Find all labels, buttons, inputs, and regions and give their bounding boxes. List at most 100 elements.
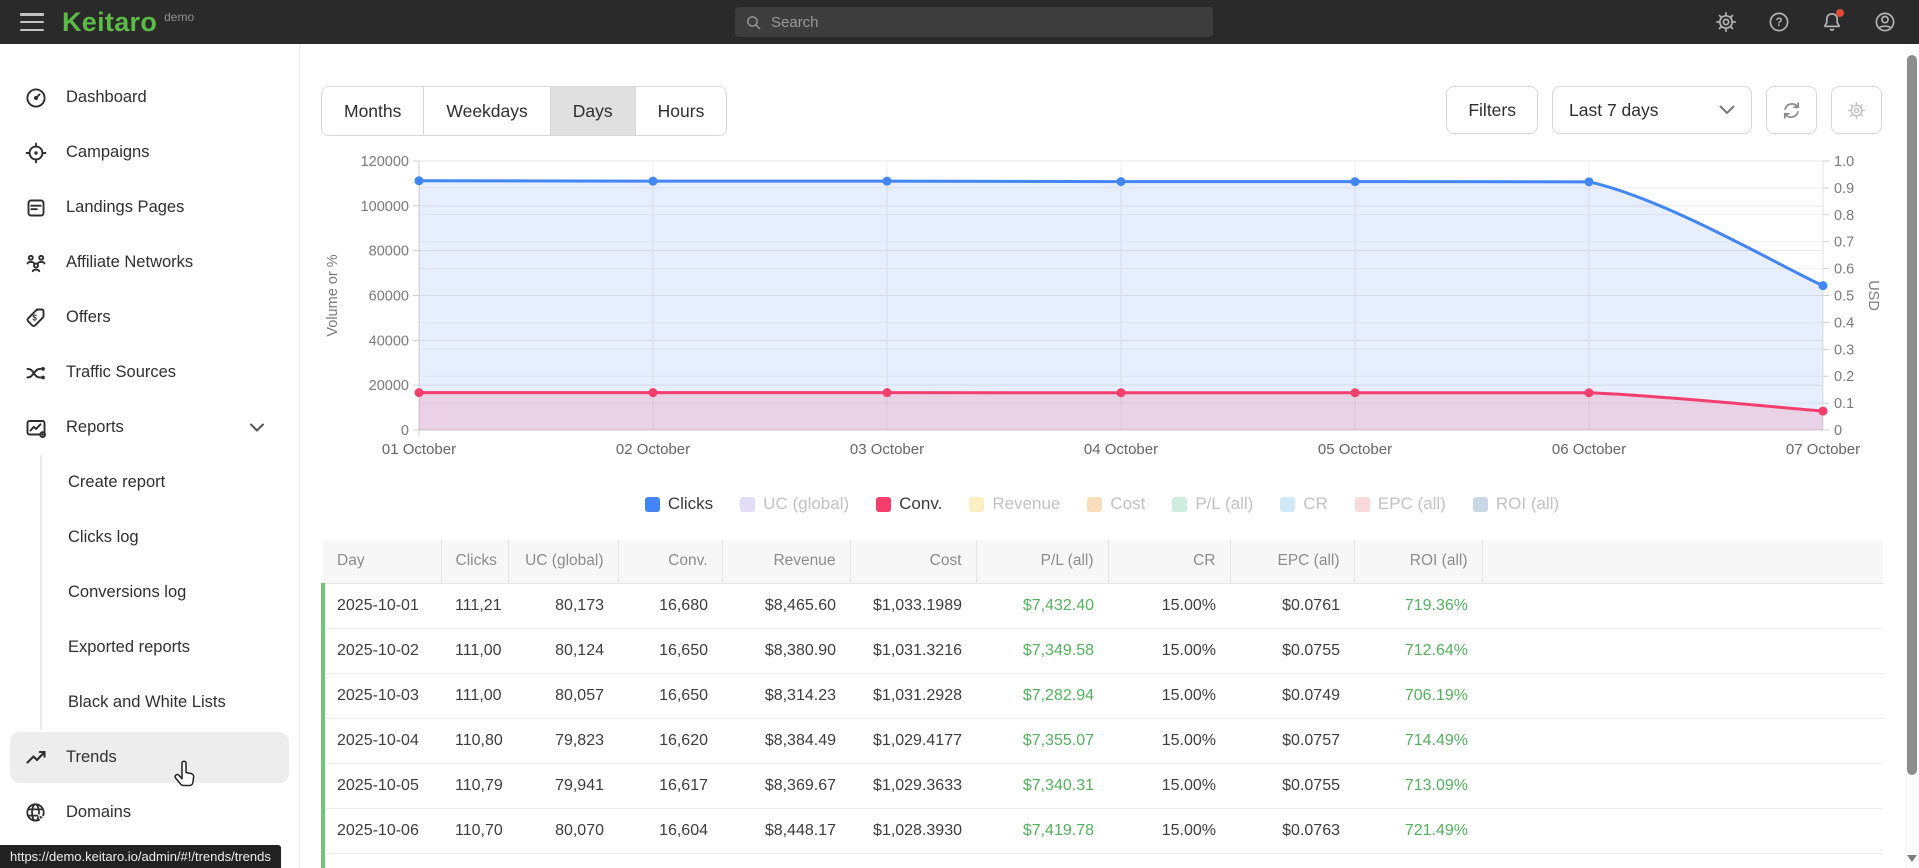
table-cell: $8,314.23: [722, 673, 850, 719]
column-header[interactable]: EPC (all): [1230, 540, 1355, 584]
legend-item[interactable]: P/L (all): [1172, 494, 1253, 514]
trends-icon: [26, 750, 46, 764]
legend-item[interactable]: CR: [1280, 494, 1328, 514]
table-cell: $1,029.3633: [850, 763, 976, 809]
table-cell: $0.0755: [1230, 763, 1354, 809]
table-cell: $1,031.3216: [850, 628, 976, 674]
topbar-icons: ?: [1714, 0, 1897, 44]
brand[interactable]: Keitaro demo: [62, 8, 195, 36]
table-row: 2025-10-04 110,80 79,823 16,620 $8,384.49 $1,…: [321, 718, 1883, 764]
sidebar-label: Offers: [66, 308, 111, 326]
table-cell: 15.00%: [1108, 808, 1230, 854]
svg-text:1.0: 1.0: [1834, 154, 1854, 170]
column-header[interactable]: Clicks: [441, 540, 509, 584]
legend-label: Revenue: [992, 494, 1061, 513]
submenu-black-white-lists[interactable]: Black and White Lists: [42, 675, 299, 730]
table-cell: $0.0749: [1230, 673, 1354, 719]
legend-item[interactable]: UC (global): [740, 494, 849, 514]
table-cell: 729.77%: [1354, 853, 1482, 868]
reports-icon: [26, 419, 46, 438]
legend-swatch: [876, 496, 892, 512]
submenu-clicks-log[interactable]: Clicks log: [42, 510, 299, 565]
table-cell: 16,650: [618, 673, 722, 719]
sidebar-item-trends[interactable]: Trends: [10, 732, 289, 783]
search-bar[interactable]: [735, 7, 1213, 37]
sidebar-label: Trends: [66, 748, 117, 766]
submenu-conversions-log[interactable]: Conversions log: [42, 565, 299, 620]
refresh-button[interactable]: [1766, 86, 1817, 134]
table-cell: 2025-10-04: [321, 718, 441, 764]
sidebar-item-traffic-sources[interactable]: Traffic Sources: [0, 345, 299, 400]
table-cell: 706.19%: [1354, 673, 1482, 719]
chart-settings-button[interactable]: [1831, 86, 1882, 134]
sidebar-item-domains[interactable]: Domains: [0, 785, 299, 840]
table-cell: 111,00: [441, 628, 508, 674]
sidebar-item-campaigns[interactable]: Campaigns: [0, 125, 299, 180]
submenu-exported-reports[interactable]: Exported reports: [42, 620, 299, 675]
column-header[interactable]: Conv.: [618, 540, 723, 584]
search-input[interactable]: [771, 13, 1203, 31]
table-cell: $0.0757: [1230, 718, 1354, 764]
legend-item[interactable]: ROI (all): [1472, 494, 1560, 514]
table-cell: $0.0755: [1230, 628, 1354, 674]
table-cell: 80,057: [508, 673, 618, 719]
date-range-select[interactable]: Last 7 days: [1552, 86, 1752, 134]
svg-text:0.1: 0.1: [1834, 396, 1854, 412]
hamburger-menu-icon[interactable]: [20, 13, 44, 31]
tab-weekdays[interactable]: Weekdays: [424, 87, 551, 135]
svg-text:120000: 120000: [361, 154, 409, 170]
help-icon[interactable]: ?: [1767, 10, 1791, 34]
legend-item[interactable]: EPC (all): [1354, 494, 1446, 514]
legend-swatch: [1087, 496, 1103, 512]
user-avatar-icon[interactable]: [1873, 10, 1897, 34]
table-cell: 16,604: [618, 808, 722, 854]
column-header[interactable]: ROI (all): [1354, 540, 1483, 584]
sidebar-item-dashboard[interactable]: Dashboard: [0, 70, 299, 125]
table-cell: 2025-10-01: [321, 583, 441, 629]
submenu-create-report[interactable]: Create report: [42, 455, 299, 510]
svg-text:02 October: 02 October: [616, 441, 690, 458]
page-scrollbar: [1905, 44, 1919, 868]
legend-item[interactable]: Clicks: [644, 494, 713, 514]
sidebar-item-offers[interactable]: $ Offers: [0, 290, 299, 345]
campaigns-icon: [25, 142, 47, 163]
chevron-down-icon: [1719, 105, 1735, 115]
column-header[interactable]: UC (global): [508, 540, 619, 584]
brand-badge: demo: [164, 9, 195, 24]
table-body: 2025-10-01 111,21 80,173 16,680 $8,465.60 $1,…: [321, 583, 1883, 868]
table-cell: 15.00%: [1108, 763, 1230, 809]
legend-item[interactable]: Revenue: [969, 494, 1060, 514]
sidebar-item-reports[interactable]: Reports: [0, 400, 299, 455]
table-cell: 79,941: [508, 763, 618, 809]
svg-text:USD: USD: [1865, 280, 1881, 311]
tab-months[interactable]: Months: [322, 87, 425, 135]
scrollbar-thumb[interactable]: [1907, 55, 1917, 775]
notifications-bell-icon[interactable]: [1820, 9, 1844, 34]
legend-label: ROI (all): [1495, 494, 1560, 513]
column-header[interactable]: Day: [323, 540, 442, 584]
traffic-sources-icon: [26, 366, 45, 379]
table-cell: 15.00%: [1108, 718, 1230, 764]
column-header[interactable]: Revenue: [722, 540, 851, 584]
sidebar-item-affiliate-networks[interactable]: Affiliate Networks: [0, 235, 299, 290]
chart-legend: Clicks UC (global) Conv. Revenue Cost P/L (al…: [321, 494, 1883, 514]
column-header[interactable]: CR: [1108, 540, 1231, 584]
table-cell: $7,432.40: [976, 583, 1108, 629]
scrollbar-down-arrow[interactable]: [1907, 855, 1917, 862]
legend-item[interactable]: Conv.: [876, 494, 942, 514]
filters-button[interactable]: Filters: [1446, 86, 1538, 134]
table-cell: 15.00%: [1108, 628, 1230, 674]
tab-hours[interactable]: Hours: [635, 87, 727, 135]
settings-icon[interactable]: [1714, 10, 1738, 34]
table-cell: 41,457: [508, 853, 618, 868]
svg-text:05 October: 05 October: [1318, 441, 1392, 458]
column-header[interactable]: Cost: [850, 540, 977, 584]
table-cell: 2025-10-07: [321, 853, 441, 868]
tab-days[interactable]: Days: [550, 87, 636, 135]
legend-item[interactable]: Cost: [1087, 494, 1145, 514]
table-cell: $7,282.94: [976, 673, 1108, 719]
svg-text:0.8: 0.8: [1834, 208, 1854, 224]
table-row: 2025-10-02 111,00 80,124 16,650 $8,380.90 $1,…: [321, 628, 1883, 674]
sidebar-item-landings-pages[interactable]: Landings Pages: [0, 180, 299, 235]
column-header[interactable]: P/L (all): [976, 540, 1109, 584]
